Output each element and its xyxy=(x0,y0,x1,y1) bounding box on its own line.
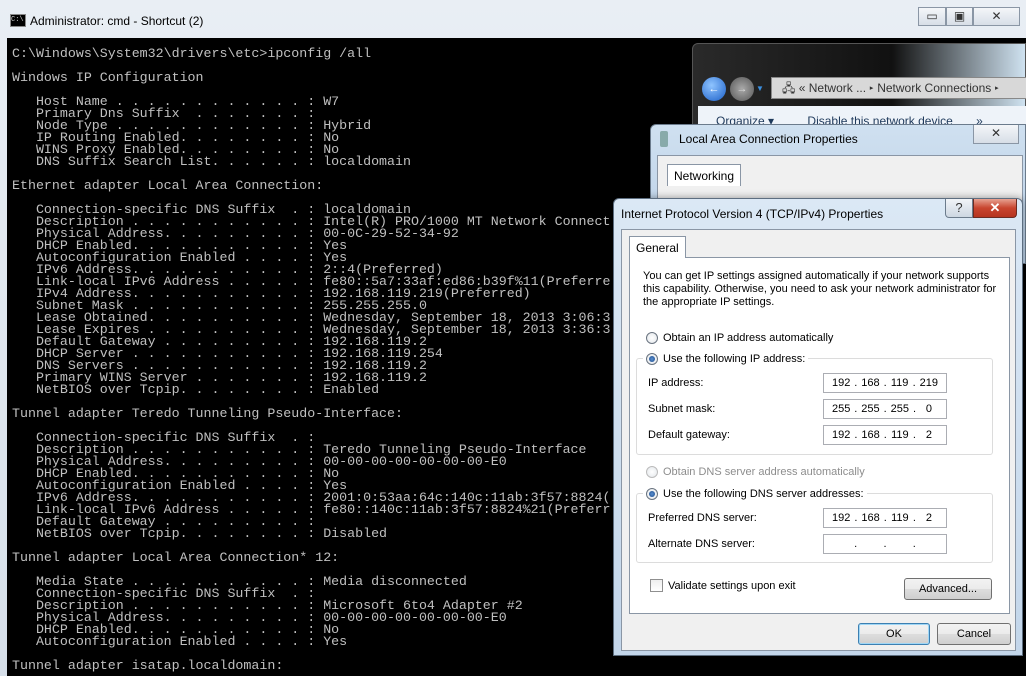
ip-octet[interactable]: 168 xyxy=(861,512,879,524)
window-title: Administrator: cmd - Shortcut (2) xyxy=(30,14,204,28)
octet-separator: . xyxy=(883,429,887,441)
tab-general[interactable]: General xyxy=(629,236,686,258)
octet-separator: . xyxy=(912,377,916,389)
cmd-icon: C:\ xyxy=(10,14,26,27)
radio-icon xyxy=(646,466,658,478)
alternate-dns-input[interactable]: ... xyxy=(823,534,947,554)
general-panel: You can get IP settings assigned automat… xyxy=(629,257,1010,614)
radio-selected-icon xyxy=(646,488,658,500)
ok-button[interactable]: OK xyxy=(858,623,930,645)
octet-separator: . xyxy=(854,512,858,524)
octet-separator: . xyxy=(854,403,858,415)
help-button[interactable]: ? xyxy=(945,199,973,218)
intro-text: You can get IP settings assigned automat… xyxy=(643,270,997,308)
validate-checkbox[interactable]: Validate settings upon exit xyxy=(650,579,796,592)
ip-octet[interactable]: 219 xyxy=(920,377,938,389)
ipv4-properties-dialog: Internet Protocol Version 4 (TCP/IPv4) P… xyxy=(613,198,1023,656)
breadcrumb-network-connections[interactable]: Network Connections xyxy=(877,81,991,95)
maximize-button[interactable]: ▣ xyxy=(946,7,973,26)
alternate-dns-label: Alternate DNS server: xyxy=(648,538,755,550)
subnet-mask-input[interactable]: 255. 255. 255. 0 xyxy=(823,399,947,419)
console-line: DNS Suffix Search List. . . . . . : loca… xyxy=(12,154,411,169)
preferred-dns-input[interactable]: 192. 168. 119. 2 xyxy=(823,508,947,528)
preferred-dns-label: Preferred DNS server: xyxy=(648,512,757,524)
close-button[interactable]: ✕ xyxy=(973,7,1020,26)
ip-octet[interactable]: 255 xyxy=(832,403,850,415)
ip-octet[interactable]: 0 xyxy=(920,403,938,415)
network-folder-icon: 🖧 xyxy=(782,81,796,95)
address-bar[interactable]: 🖧 « Network ... ▸ Network Connections ▸ xyxy=(771,77,1026,99)
octet-separator: . xyxy=(883,377,887,389)
ip-octet[interactable]: 119 xyxy=(891,512,909,524)
tab-networking[interactable]: Networking xyxy=(667,164,742,186)
use-ip-radio[interactable]: Use the following IP address: xyxy=(643,353,809,365)
back-button[interactable]: ← xyxy=(702,77,726,101)
radio-selected-icon xyxy=(646,353,658,365)
forward-button[interactable]: → xyxy=(730,77,754,101)
radio-label: Use the following DNS server addresses: xyxy=(663,488,864,500)
octet-separator: . xyxy=(912,538,916,550)
ip-octet[interactable]: 255 xyxy=(891,403,909,415)
ip-octet[interactable]: 2 xyxy=(920,512,938,524)
console-line: Ethernet adapter Local Area Connection: xyxy=(12,178,324,193)
console-text: C:\Windows\System32\drivers\etc>ipconfig… xyxy=(12,46,610,673)
cancel-button[interactable]: Cancel xyxy=(937,623,1011,645)
close-button[interactable]: ✕ xyxy=(973,199,1017,218)
octet-separator: . xyxy=(912,403,916,415)
checkbox-label: Validate settings upon exit xyxy=(668,579,796,592)
ip-octet[interactable]: 192 xyxy=(832,429,850,441)
console-line: Windows IP Configuration xyxy=(12,70,204,85)
ip-octet[interactable]: 119 xyxy=(891,429,909,441)
console-line: NetBIOS over Tcpip. . . . . . . . : Disa… xyxy=(12,526,388,541)
octet-separator: . xyxy=(883,403,887,415)
breadcrumb-network[interactable]: Network ... xyxy=(809,81,866,95)
ip-octet[interactable]: 119 xyxy=(891,377,909,389)
octet-separator: . xyxy=(912,512,916,524)
console-line: Autoconfiguration Enabled . . . . : Yes xyxy=(12,634,348,649)
obtain-dns-auto-radio[interactable]: Obtain DNS server address automatically xyxy=(646,466,865,478)
checkbox-icon xyxy=(650,579,663,592)
ip-octet[interactable]: 2 xyxy=(920,429,938,441)
dialog-title: Local Area Connection Properties xyxy=(679,132,858,146)
ip-address-input[interactable]: 192. 168. 119. 219 xyxy=(823,373,947,393)
dialog-body: General You can get IP settings assigned… xyxy=(621,229,1016,651)
default-gateway-input[interactable]: 192. 168. 119. 2 xyxy=(823,425,947,445)
ip-octet[interactable]: 192 xyxy=(832,512,850,524)
ip-octet[interactable]: 192 xyxy=(832,377,850,389)
close-button[interactable]: ✕ xyxy=(973,125,1019,144)
octet-separator: . xyxy=(854,538,858,550)
default-gateway-label: Default gateway: xyxy=(648,429,730,441)
ip-octet[interactable]: 168 xyxy=(861,429,879,441)
minimize-button[interactable]: ▭ xyxy=(918,7,946,26)
octet-separator: . xyxy=(912,429,916,441)
radio-label: Obtain DNS server address automatically xyxy=(663,466,865,478)
console-line: Tunnel adapter isatap.localdomain: xyxy=(12,658,284,673)
octet-separator: . xyxy=(883,538,887,550)
dialog-title: Internet Protocol Version 4 (TCP/IPv4) P… xyxy=(621,207,884,221)
radio-label: Use the following IP address: xyxy=(663,353,806,365)
radio-icon xyxy=(646,332,658,344)
ip-address-label: IP address: xyxy=(648,377,704,389)
console-line: Tunnel adapter Teredo Tunneling Pseudo-I… xyxy=(12,406,403,421)
obtain-ip-auto-radio[interactable]: Obtain an IP address automatically xyxy=(646,332,833,344)
console-line: Tunnel adapter Local Area Connection* 12… xyxy=(12,550,340,565)
radio-label: Obtain an IP address automatically xyxy=(663,332,834,344)
octet-separator: . xyxy=(883,512,887,524)
ip-octet[interactable]: 168 xyxy=(861,377,879,389)
advanced-button[interactable]: Advanced... xyxy=(904,578,992,600)
octet-separator: . xyxy=(854,377,858,389)
console-line: NetBIOS over Tcpip. . . . . . . . : Enab… xyxy=(12,382,380,397)
history-dropdown-icon[interactable]: ▼ xyxy=(756,84,764,93)
console-line: C:\Windows\System32\drivers\etc>ipconfig… xyxy=(12,46,372,61)
network-adapter-icon xyxy=(660,131,668,147)
ip-octet[interactable]: 255 xyxy=(861,403,879,415)
octet-separator: . xyxy=(854,429,858,441)
subnet-mask-label: Subnet mask: xyxy=(648,403,716,415)
use-dns-radio[interactable]: Use the following DNS server addresses: xyxy=(643,488,867,500)
